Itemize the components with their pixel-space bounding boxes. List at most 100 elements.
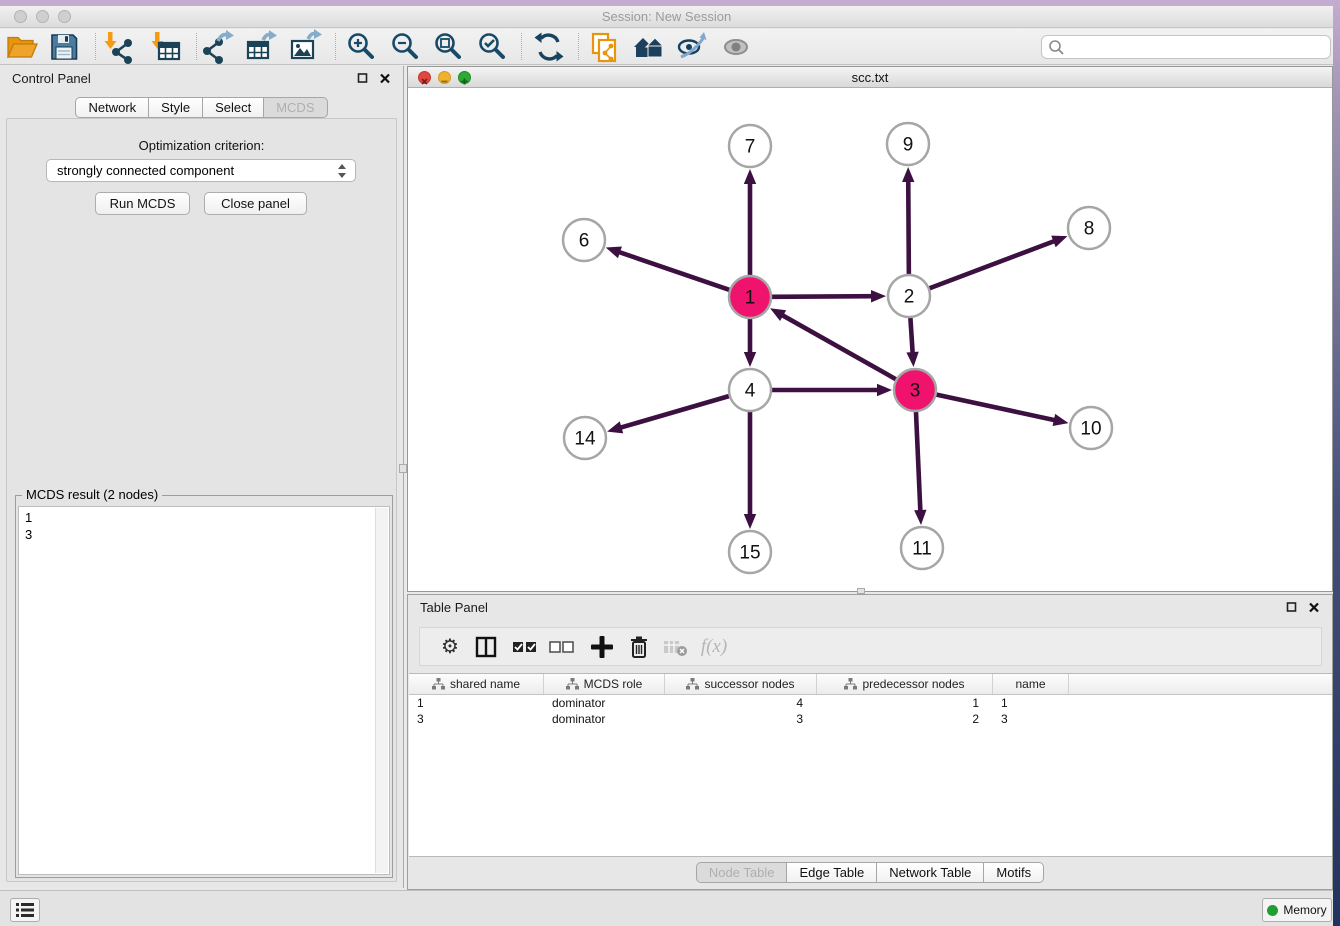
table-cell[interactable]: dominator <box>544 711 665 727</box>
table-cell[interactable]: 3 <box>665 711 817 727</box>
graph-node-4[interactable]: 4 <box>729 369 771 411</box>
mcds-result-textarea[interactable]: 13 <box>18 506 390 875</box>
maximize-window-button[interactable] <box>58 10 71 23</box>
close-network-button[interactable] <box>418 71 431 84</box>
criterion-dropdown[interactable]: strongly connected component <box>46 159 356 182</box>
refresh-icon[interactable] <box>530 30 568 64</box>
graph-edge-3-11[interactable] <box>914 412 926 525</box>
column-label: MCDS role <box>584 677 643 691</box>
table-cell[interactable]: dominator <box>544 695 665 711</box>
open-folder-icon[interactable] <box>3 30 41 64</box>
table-cell[interactable]: 1 <box>993 695 1069 711</box>
memory-status-dot <box>1267 905 1278 916</box>
graph-edge-4-14[interactable] <box>607 396 729 433</box>
minimize-network-button[interactable] <box>438 71 451 84</box>
table-cell[interactable]: 3 <box>993 711 1069 727</box>
graph-edge-1-4[interactable] <box>744 319 756 367</box>
graph-edge-1-6[interactable] <box>606 246 729 289</box>
graph-edge-1-2[interactable] <box>772 290 886 302</box>
table-tab-node-table[interactable]: Node Table <box>696 862 788 883</box>
show-details-eye-icon[interactable] <box>717 30 755 64</box>
search-input[interactable] <box>1065 40 1324 55</box>
column-header-predecessor-nodes[interactable]: predecessor nodes <box>817 674 993 694</box>
column-header-successor-nodes[interactable]: successor nodes <box>665 674 817 694</box>
network-canvas[interactable]: 7 9 6 8 1 2 4 3 14 10 15 11 <box>408 88 1332 591</box>
float-table-panel-icon[interactable] <box>1286 601 1298 613</box>
add-row-icon[interactable] <box>584 630 620 664</box>
graph-node-3[interactable]: 3 <box>894 369 936 411</box>
table-row[interactable]: 1dominator411 <box>409 695 1332 711</box>
maximize-network-button[interactable] <box>458 71 471 84</box>
graph-edge-1-7[interactable] <box>744 169 756 275</box>
network-view-window: scc.txt 7968124314101511 <box>407 66 1333 592</box>
graph-node-11[interactable]: 11 <box>901 527 943 569</box>
task-list-button[interactable] <box>10 898 40 922</box>
column-header-name[interactable]: name <box>993 674 1069 694</box>
close-panel-icon[interactable] <box>379 72 391 84</box>
select-all-columns-icon[interactable] <box>507 630 543 664</box>
graph-node-15[interactable]: 15 <box>729 531 771 573</box>
import-table-icon[interactable] <box>146 30 184 64</box>
graph-node-14[interactable]: 14 <box>564 417 606 459</box>
tab-select[interactable]: Select <box>202 97 264 118</box>
table-cell[interactable]: 3 <box>409 711 544 727</box>
table-tab-network-table[interactable]: Network Table <box>876 862 984 883</box>
close-table-panel-icon[interactable] <box>1308 601 1320 613</box>
graph-node-1[interactable]: 1 <box>729 276 771 318</box>
tab-mcds[interactable]: MCDS <box>263 97 327 118</box>
export-network-icon[interactable] <box>199 30 237 64</box>
zoom-out-icon[interactable] <box>387 30 425 64</box>
table-row[interactable]: 3dominator323 <box>409 711 1332 727</box>
memory-button[interactable]: Memory <box>1262 898 1332 922</box>
close-panel-button[interactable]: Close panel <box>204 192 307 215</box>
unselect-all-columns-icon[interactable] <box>544 630 580 664</box>
tab-style[interactable]: Style <box>148 97 203 118</box>
column-tree-icon <box>432 678 445 690</box>
table-tab-motifs[interactable]: Motifs <box>983 862 1044 883</box>
graph-edge-4-15[interactable] <box>744 412 756 529</box>
delete-row-icon[interactable] <box>621 630 657 664</box>
clone-network-icon[interactable] <box>585 30 623 64</box>
table-tab-edge-table[interactable]: Edge Table <box>786 862 877 883</box>
column-label: predecessor nodes <box>862 677 964 691</box>
graph-node-10[interactable]: 10 <box>1070 407 1112 449</box>
graph-edge-4-3[interactable] <box>772 384 892 396</box>
result-scrollbar[interactable] <box>375 508 388 873</box>
save-icon[interactable] <box>45 30 83 64</box>
table-cell[interactable]: 1 <box>409 695 544 711</box>
float-panel-icon[interactable] <box>357 72 369 84</box>
tab-network[interactable]: Network <box>75 97 149 118</box>
table-cell[interactable]: 2 <box>817 711 993 727</box>
zoom-in-icon[interactable] <box>343 30 381 64</box>
column-header-shared-name[interactable]: shared name <box>409 674 544 694</box>
graph-edge-2-9[interactable] <box>902 167 914 274</box>
graph-edge-3-10[interactable] <box>937 395 1069 426</box>
status-bar: Memory <box>0 890 1333 926</box>
graph-node-7[interactable]: 7 <box>729 125 771 167</box>
home-icon[interactable] <box>629 30 667 64</box>
zoom-fit-icon[interactable] <box>430 30 468 64</box>
table-cell[interactable]: 1 <box>817 695 993 711</box>
close-window-button[interactable] <box>14 10 27 23</box>
graph-node-2[interactable]: 2 <box>888 275 930 317</box>
graph-edge-2-8[interactable] <box>930 236 1068 289</box>
svg-text:6: 6 <box>579 231 590 252</box>
settings-gear-icon[interactable]: ⚙ <box>432 630 468 664</box>
table-cell[interactable]: 4 <box>665 695 817 711</box>
show-columns-icon[interactable] <box>468 630 504 664</box>
vertical-splitter-handle[interactable] <box>399 464 407 473</box>
run-mcds-button[interactable]: Run MCDS <box>95 192 190 215</box>
search-field[interactable] <box>1041 35 1331 59</box>
column-header-mcds-role[interactable]: MCDS role <box>544 674 665 694</box>
export-table-icon[interactable] <box>242 30 280 64</box>
zoom-selected-icon[interactable] <box>474 30 512 64</box>
export-image-icon[interactable] <box>286 30 324 64</box>
graph-node-8[interactable]: 8 <box>1068 207 1110 249</box>
graph-edge-3-1[interactable] <box>770 308 896 379</box>
hide-details-eye-icon[interactable] <box>673 30 711 64</box>
graph-edge-2-3[interactable] <box>906 318 918 367</box>
minimize-window-button[interactable] <box>36 10 49 23</box>
graph-node-6[interactable]: 6 <box>563 219 605 261</box>
import-network-icon[interactable] <box>99 30 137 64</box>
graph-node-9[interactable]: 9 <box>887 123 929 165</box>
